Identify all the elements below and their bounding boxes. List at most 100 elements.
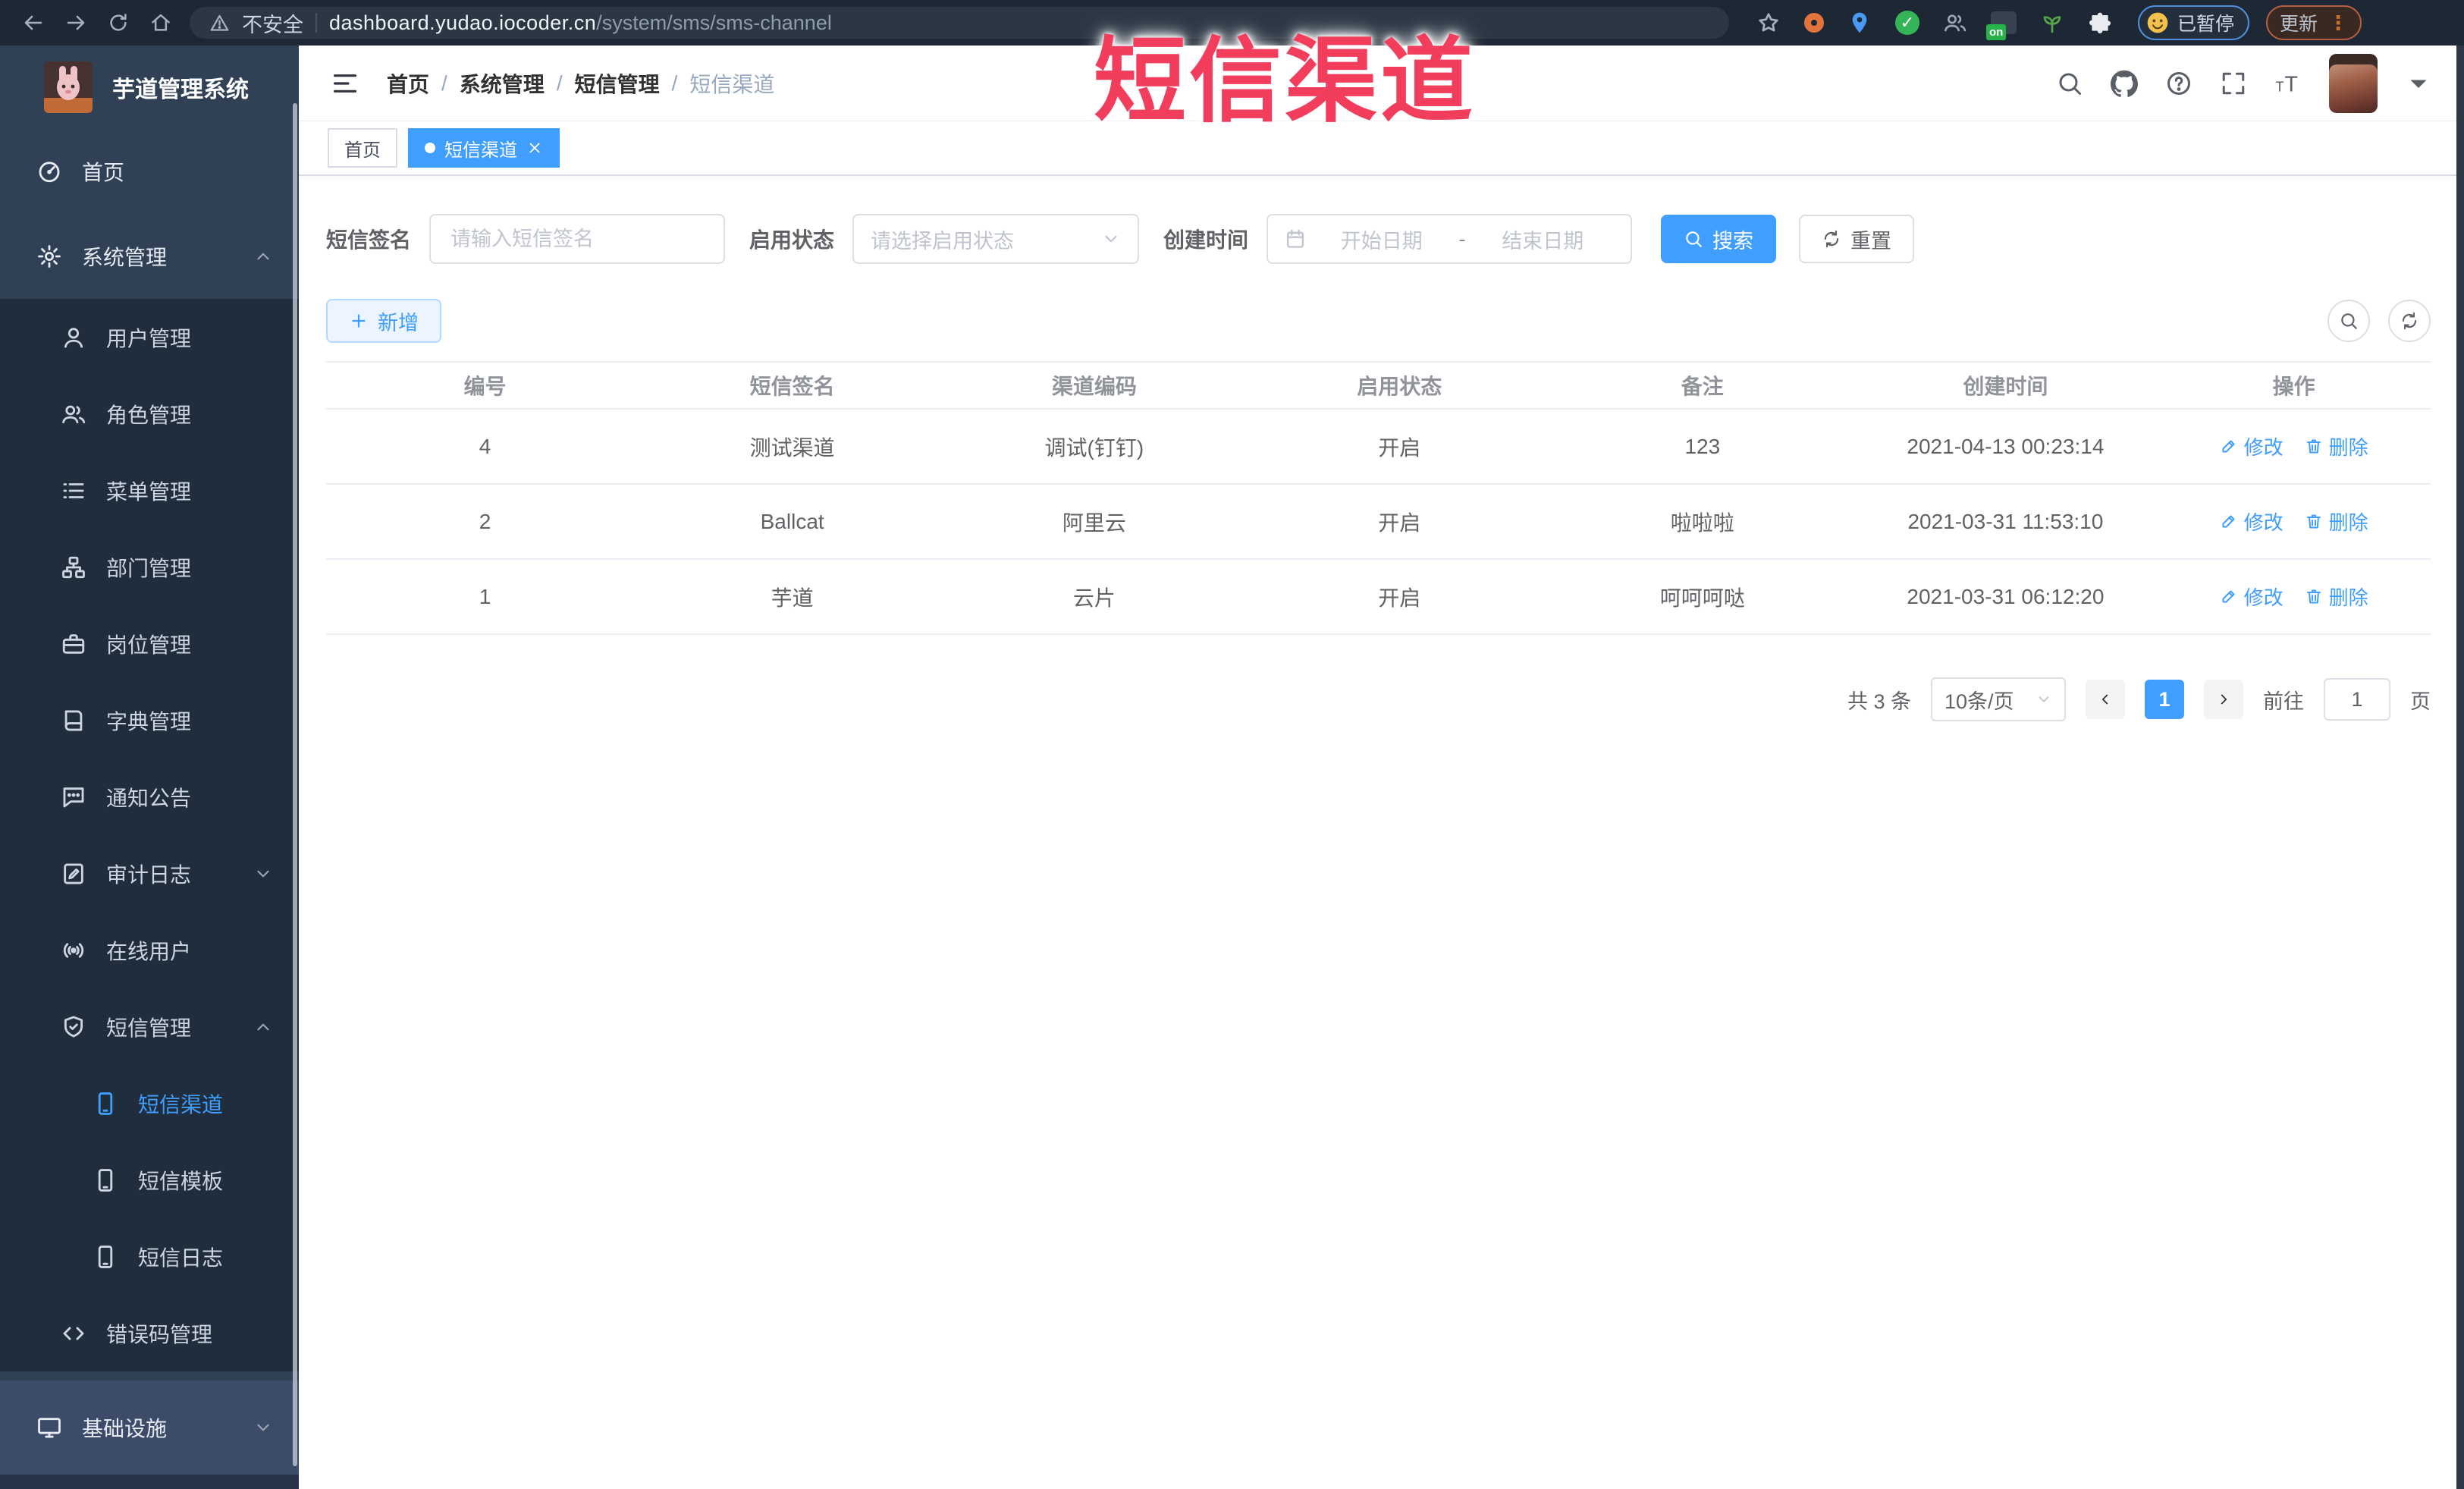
sidebar-item-label: 短信渠道 <box>138 1092 224 1117</box>
table-cell: 1 <box>479 584 491 608</box>
edit-icon <box>2220 437 2238 455</box>
sidebar-item[interactable]: 在线用户 <box>0 912 299 988</box>
top-navbar: 首页 / 系统管理 / 短信管理 / 短信渠道 TT <box>299 46 2464 121</box>
toggle-search-button[interactable] <box>2327 300 2370 342</box>
sidebar-item[interactable]: 错误码管理 <box>0 1295 299 1371</box>
app-title: 芋道管理系统 <box>112 77 249 102</box>
bookmark-star-icon[interactable] <box>1756 11 1781 35</box>
table-cell: 阿里云 <box>1062 510 1126 535</box>
monitor-icon <box>36 1415 62 1440</box>
close-icon[interactable] <box>526 140 543 156</box>
sidebar-item[interactable]: 审计日志 <box>0 835 299 912</box>
delete-button[interactable]: 删除 <box>2305 507 2368 536</box>
breadcrumb-item[interactable]: 短信管理 <box>575 68 660 99</box>
end-date-placeholder[interactable]: 结束日期 <box>1472 225 1615 254</box>
next-page-button[interactable] <box>2204 680 2243 719</box>
page-number-button[interactable]: 1 <box>2145 680 2184 719</box>
column-header[interactable]: 启用状态 <box>1248 370 1551 401</box>
sidebar-item[interactable]: 系统管理 <box>0 214 299 299</box>
sidebar-item[interactable]: 通知公告 <box>0 759 299 835</box>
date-range-picker[interactable]: 开始日期 - 结束日期 <box>1267 214 1633 264</box>
app-logo-row[interactable]: 芋道管理系统 <box>0 46 299 129</box>
column-header[interactable]: 短信签名 <box>644 370 940 401</box>
goto-label: 前往 <box>2263 690 2304 713</box>
edit-button[interactable]: 修改 <box>2220 583 2284 611</box>
forward-icon <box>64 11 87 34</box>
sidebar-scrollbar[interactable] <box>293 103 297 1466</box>
table-cell: 啦啦啦 <box>1670 510 1734 535</box>
start-date-placeholder[interactable]: 开始日期 <box>1310 225 1453 254</box>
edit-button[interactable]: 修改 <box>2220 507 2284 536</box>
extensions-puzzle-icon[interactable] <box>2088 11 2112 35</box>
extension-donut-icon[interactable] <box>1804 13 1824 33</box>
extension-check-icon[interactable]: ✓ <box>1895 11 1919 35</box>
sidebar-item[interactable]: 菜单管理 <box>0 452 299 529</box>
breadcrumb-item[interactable]: 系统管理 <box>460 68 545 99</box>
reset-button[interactable]: 重置 <box>1799 215 1915 263</box>
prev-page-button[interactable] <box>2086 680 2125 719</box>
extension-on-icon[interactable]: on <box>1986 11 2017 40</box>
delete-button[interactable]: 删除 <box>2305 583 2368 611</box>
browser-reload-button[interactable] <box>97 5 140 40</box>
font-size-icon[interactable]: TT <box>2274 70 2302 97</box>
extension-pin-icon[interactable] <box>1847 11 1872 35</box>
delete-button[interactable]: 删除 <box>2305 432 2368 460</box>
sidebar-item[interactable]: 用户管理 <box>0 299 299 375</box>
search-button[interactable]: 搜索 <box>1661 215 1777 263</box>
table-cell: 2021-03-31 06:12:20 <box>1907 584 2105 608</box>
extension-plant-icon[interactable] <box>2040 11 2064 35</box>
goto-page-input[interactable] <box>2324 678 2390 721</box>
sidebar-item[interactable]: 字典管理 <box>0 682 299 759</box>
tab-active[interactable]: 短信渠道 <box>408 128 560 168</box>
sidebar-item[interactable]: 短信管理 <box>0 988 299 1065</box>
address-bar[interactable]: 不安全 dashboard.yudao.iocoder.cn/system/sm… <box>190 7 1729 39</box>
hamburger-icon[interactable] <box>331 69 359 98</box>
status-select[interactable]: 请选择启用状态 <box>852 214 1140 264</box>
trash-icon <box>2305 512 2323 530</box>
fullscreen-icon[interactable] <box>2220 70 2247 97</box>
help-icon[interactable] <box>2165 70 2192 97</box>
sidebar-item-label: 字典管理 <box>106 709 192 734</box>
extension-people-icon[interactable] <box>1943 11 1967 35</box>
browser-forward-button[interactable] <box>55 5 97 40</box>
sidebar-item[interactable]: 短信渠道 <box>0 1065 299 1142</box>
sidebar-item[interactable]: 岗位管理 <box>0 605 299 682</box>
not-secure-label[interactable]: 不安全 <box>242 8 303 38</box>
column-header[interactable]: 创建时间 <box>1854 370 2158 401</box>
user-avatar[interactable] <box>2329 53 2378 113</box>
sidebar-item[interactable]: 首页 <box>0 129 299 214</box>
tab-item[interactable]: 首页 <box>328 128 397 168</box>
refresh-table-button[interactable] <box>2388 300 2431 342</box>
sidebar-item-label: 基础设施 <box>82 1417 168 1440</box>
search-icon[interactable] <box>2056 70 2083 97</box>
column-header[interactable]: 操作 <box>2157 370 2431 401</box>
column-header[interactable]: 编号 <box>326 370 644 401</box>
caret-down-icon[interactable] <box>2405 70 2432 97</box>
add-button[interactable]: 新增 <box>326 299 441 343</box>
browser-home-button[interactable] <box>140 5 182 40</box>
browser-back-button[interactable] <box>12 5 55 40</box>
sidebar-item-label: 在线用户 <box>106 939 192 963</box>
browser-menu-icon[interactable]: ⋮ <box>2328 11 2348 35</box>
not-secure-icon <box>209 13 230 33</box>
sidebar-item[interactable]: 角色管理 <box>0 375 299 452</box>
sidebar-item[interactable]: 基础设施 <box>0 1381 299 1475</box>
signature-input[interactable] <box>429 214 726 264</box>
breadcrumb-item[interactable]: 首页 <box>387 68 429 99</box>
sidebar-item[interactable]: 部门管理 <box>0 529 299 605</box>
pagination: 共 3 条 10条/页 1 前往 页 <box>326 677 2431 721</box>
column-header[interactable]: 备注 <box>1551 370 1854 401</box>
page-size-select[interactable]: 10条/页 <box>1931 677 2066 721</box>
browser-update-button[interactable]: 更新 ⋮ <box>2266 5 2362 40</box>
edit-button[interactable]: 修改 <box>2220 432 2284 460</box>
table-cell: 开启 <box>1378 510 1421 535</box>
sidebar-item[interactable]: 短信日志 <box>0 1218 299 1295</box>
sidebar-submenu: 用户管理 角色管理 菜单管理 部门管理 岗位管理字典管理通知公告 审计日志在线用户短信管理… <box>0 299 299 1371</box>
sidebar-item[interactable]: 短信模板 <box>0 1142 299 1218</box>
column-header[interactable]: 渠道编码 <box>940 370 1248 401</box>
date-separator: - <box>1458 227 1466 250</box>
github-icon[interactable] <box>2111 70 2138 97</box>
profile-paused-badge[interactable]: 已暂停 <box>2138 5 2250 40</box>
window-scrollbar[interactable] <box>2456 46 2464 1489</box>
gear-icon <box>36 243 62 269</box>
